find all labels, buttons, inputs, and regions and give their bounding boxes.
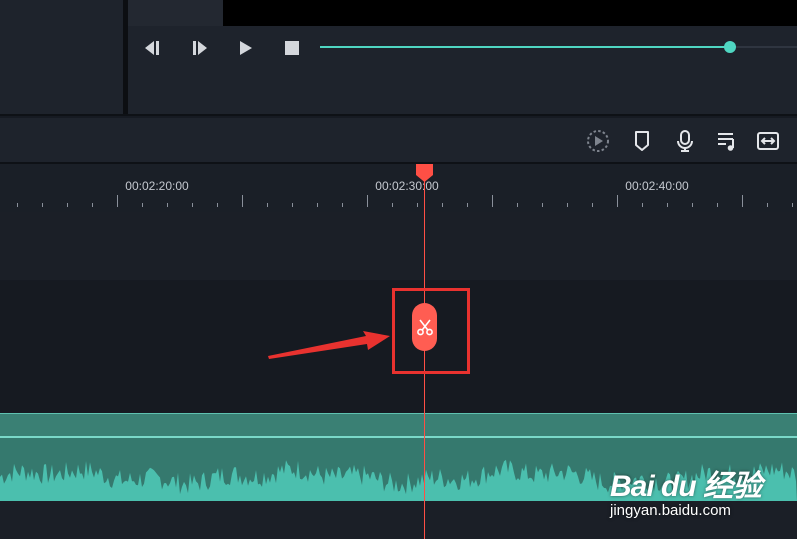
ruler-minor-tick [42, 203, 43, 207]
ruler-time-label: 00:02:40:00 [625, 179, 689, 193]
voiceover-button[interactable] [673, 129, 697, 153]
ruler-minor-tick [392, 203, 393, 207]
watermark-url: jingyan.baidu.com [610, 502, 731, 519]
ruler-minor-tick [267, 203, 268, 207]
step-forward-button[interactable] [190, 38, 210, 58]
ruler-minor-tick [17, 203, 18, 207]
preview-tab [128, 0, 223, 26]
render-preview-button[interactable] [586, 129, 610, 153]
audio-mixer-button[interactable] [715, 129, 739, 153]
annotation-highlight-box [392, 288, 470, 374]
marker-icon [635, 131, 649, 151]
ruler-minor-tick [767, 203, 768, 207]
stop-button[interactable] [282, 38, 302, 58]
baidu-jingyan-watermark: Bai du 经验 jingyan.baidu.com [605, 453, 795, 523]
watermark-logo: Bai du 经验 [610, 470, 762, 503]
video-editor-window: 00:02:20:00 00:02:30:00 00:02:40:00 Bai … [0, 0, 797, 539]
ruler-minor-tick [417, 203, 418, 207]
ruler-minor-tick [442, 203, 443, 207]
step-back-icon [145, 41, 159, 55]
ruler-major-tick [117, 195, 118, 207]
ruler-minor-tick [167, 203, 168, 207]
play-button[interactable] [236, 38, 256, 58]
ruler-major-tick [492, 195, 493, 207]
ruler-minor-tick [192, 203, 193, 207]
microphone-icon [677, 130, 693, 152]
ruler-minor-tick [467, 203, 468, 207]
ruler-minor-tick [92, 203, 93, 207]
video-track[interactable] [0, 212, 797, 280]
render-preview-icon [587, 130, 609, 152]
step-forward-icon [193, 41, 207, 55]
ruler-minor-tick [292, 203, 293, 207]
ruler-major-tick [617, 195, 618, 207]
ruler-minor-tick [717, 203, 718, 207]
ruler-major-tick [742, 195, 743, 207]
ruler-minor-tick [692, 203, 693, 207]
add-marker-button[interactable] [630, 129, 654, 153]
ruler-minor-tick [217, 203, 218, 207]
play-icon [240, 41, 252, 55]
preview-panel [128, 0, 797, 114]
ruler-minor-tick [642, 203, 643, 207]
stop-icon [285, 41, 299, 55]
ruler-minor-tick [567, 203, 568, 207]
fit-timeline-icon [757, 132, 779, 150]
ruler-minor-tick [517, 203, 518, 207]
ruler-major-tick [242, 195, 243, 207]
divider [0, 114, 797, 116]
ruler-minor-tick [142, 203, 143, 207]
fit-timeline-button[interactable] [756, 129, 780, 153]
step-back-button[interactable] [142, 38, 162, 58]
playback-progress-bar[interactable] [320, 41, 797, 53]
audio-mixer-icon [718, 133, 734, 151]
ruler-time-label: 00:02:30:00 [375, 179, 439, 193]
annotation-arrow [268, 331, 390, 359]
timeline-ruler[interactable]: 00:02:20:00 00:02:30:00 00:02:40:00 [0, 164, 797, 212]
ruler-minor-tick [342, 203, 343, 207]
ruler-minor-tick [542, 203, 543, 207]
ruler-minor-tick [67, 203, 68, 207]
ruler-minor-tick [792, 203, 793, 207]
playhead-handle[interactable] [415, 163, 434, 183]
playback-progress-fill [320, 46, 731, 48]
ruler-minor-tick [317, 203, 318, 207]
timeline-toolbar [0, 118, 797, 162]
audio-clip-header [0, 414, 797, 438]
ruler-time-label: 00:02:20:00 [125, 179, 189, 193]
ruler-major-tick [367, 195, 368, 207]
preview-screen [223, 0, 797, 26]
media-library-panel [0, 0, 123, 114]
ruler-minor-tick [667, 203, 668, 207]
ruler-minor-tick [592, 203, 593, 207]
